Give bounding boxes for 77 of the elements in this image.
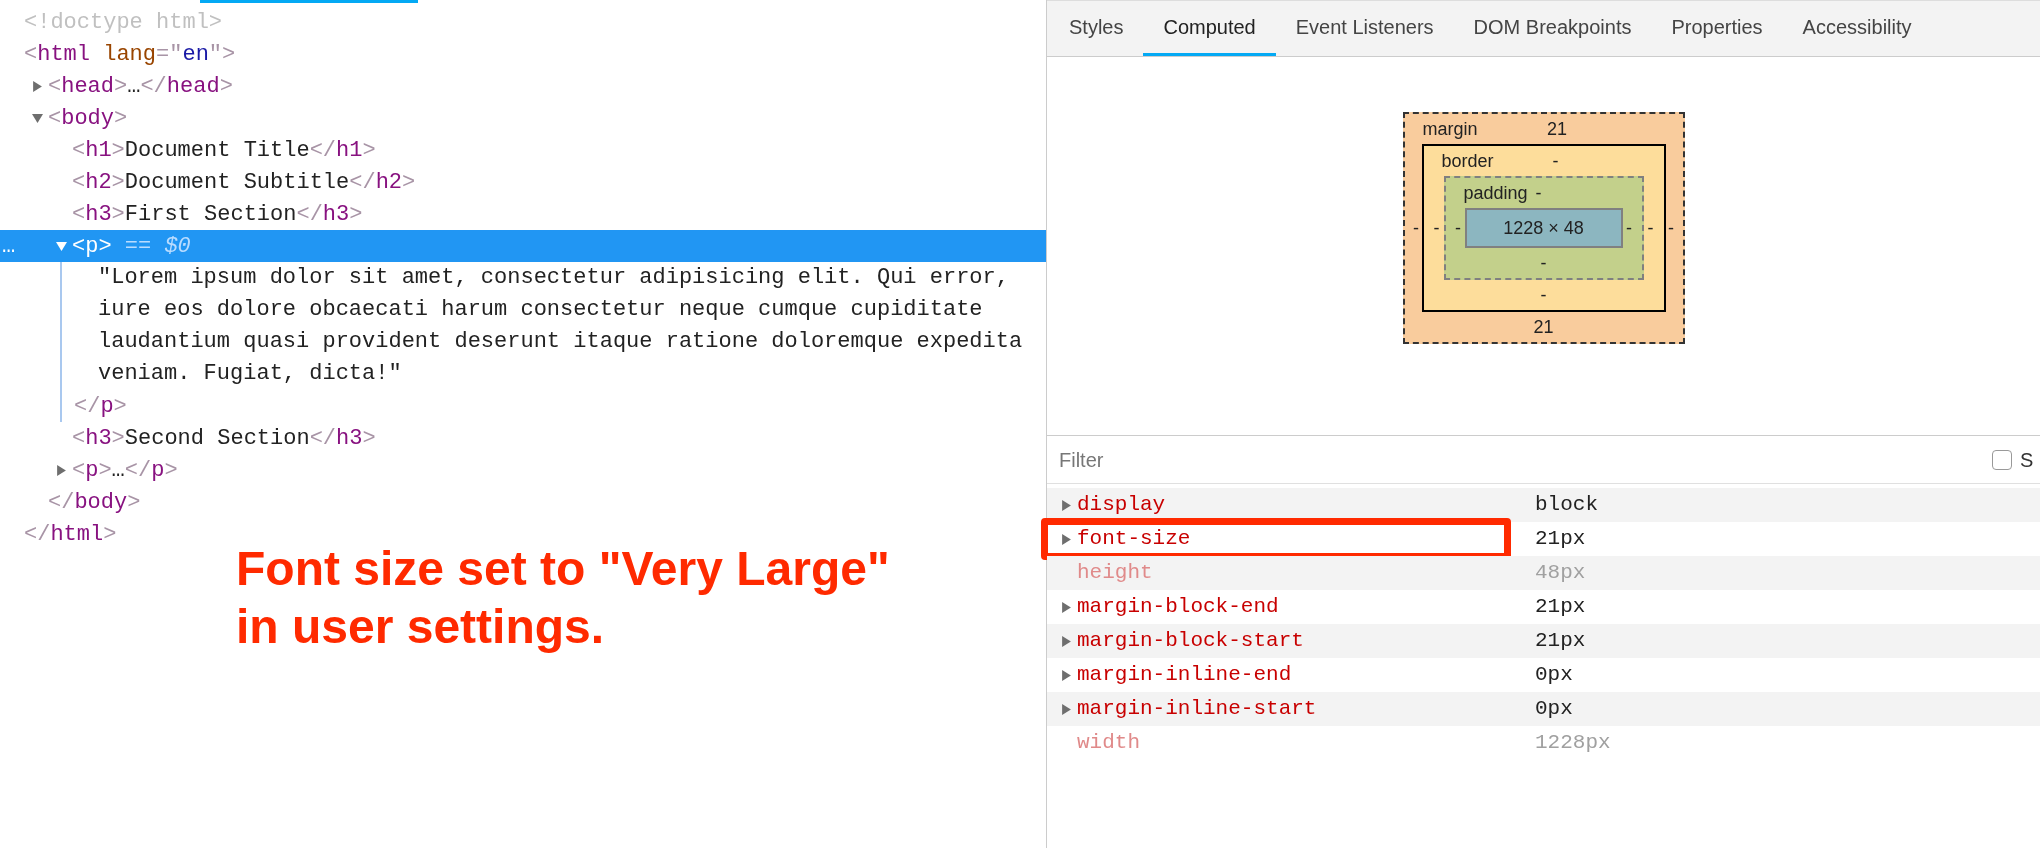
- property-name: margin-block-start: [1077, 628, 1305, 655]
- box-label: border: [1440, 149, 1494, 173]
- dom-row[interactable]: <p>…</p>: [0, 454, 1046, 486]
- box-value: -: [1551, 149, 1560, 173]
- property-row[interactable]: margin-inline-start 0px: [1047, 692, 2040, 726]
- property-row[interactable]: display block: [1047, 488, 2040, 522]
- box-label: margin: [1421, 117, 1478, 141]
- property-value: 0px: [1535, 662, 1573, 689]
- dom-node-text: <!doctype html>: [24, 8, 223, 37]
- property-value: 21px: [1535, 526, 1586, 553]
- property-name: font-size: [1077, 526, 1192, 553]
- box-value: -: [1535, 181, 1542, 205]
- panel-tab[interactable]: Event Listeners: [1275, 1, 1454, 56]
- box-value: -: [1540, 251, 1547, 275]
- property-name: display: [1077, 492, 1167, 519]
- box-label: padding: [1462, 181, 1528, 205]
- filter-field[interactable]: Filter: [1059, 444, 1992, 475]
- collapsed-triangle-icon[interactable]: [1061, 533, 1072, 545]
- dom-row[interactable]: <head>…</head>: [0, 70, 1046, 102]
- dom-node-text: </body>: [48, 488, 141, 517]
- property-value: 0px: [1535, 696, 1573, 723]
- dom-row[interactable]: <body>: [0, 102, 1046, 134]
- property-name: height: [1077, 560, 1154, 587]
- dom-node-text: <h2>Document Subtitle</h2>: [72, 168, 416, 197]
- content-box: 1228 × 48: [1464, 208, 1623, 248]
- collapsed-triangle-icon[interactable]: [56, 464, 67, 476]
- dom-node-text: <html lang="en">: [24, 40, 236, 69]
- property-value: 21px: [1535, 594, 1586, 621]
- checkbox[interactable]: [1992, 449, 2012, 470]
- expanded-triangle-icon[interactable]: [56, 240, 67, 252]
- box-value: -: [1432, 216, 1441, 240]
- dom-row[interactable]: <h2>Document Subtitle</h2>: [0, 166, 1046, 198]
- panel-tab[interactable]: Properties: [1651, 1, 1783, 56]
- dom-node-text: <h1>Document Title</h1>: [72, 136, 376, 165]
- dom-node-text: <p> == $0: [72, 232, 191, 261]
- property-value: 1228px: [1535, 730, 1611, 757]
- box-value: 21: [1546, 117, 1569, 141]
- property-name: margin-inline-start: [1077, 696, 1318, 723]
- property-name: width: [1077, 730, 1141, 757]
- annotation-text: Font size set to "Very Large" in user settings.: [236, 541, 890, 655]
- dom-node-text: <head>…</head>: [48, 72, 233, 101]
- checkbox-label: S: [2020, 447, 2034, 473]
- dom-node-text: </html>: [24, 520, 117, 549]
- box-value: -: [1454, 216, 1462, 240]
- dom-row[interactable]: <html lang="en">: [0, 38, 1046, 70]
- box-value: -: [1646, 216, 1655, 240]
- property-name: margin-block-end: [1077, 594, 1280, 621]
- dom-node-text: <body>: [48, 104, 128, 133]
- property-name: margin-inline-end: [1077, 662, 1293, 689]
- collapsed-triangle-icon[interactable]: [1061, 601, 1072, 613]
- dom-node-text: <h3>First Section</h3>: [72, 200, 363, 229]
- collapsed-triangle-icon[interactable]: [1061, 669, 1072, 681]
- collapsed-triangle-icon[interactable]: [1061, 499, 1072, 511]
- expanded-triangle-icon[interactable]: [32, 112, 43, 124]
- collapsed-triangle-icon[interactable]: [32, 80, 43, 92]
- text-content: "Lorem ipsum dolor sit amet, consectetur adipisicing elit. Qui error, iure eos dolore obcaecati harum consectetur neque cumque cupiditate laudantium quasi provident deserunt itaque ratione doloremque expedita veniam. Fugiat, dicta!": [98, 264, 1023, 388]
- panel-tab[interactable]: DOM Breakpoints: [1453, 1, 1652, 56]
- property-value: block: [1535, 492, 1598, 519]
- property-value: 21px: [1535, 628, 1586, 655]
- dom-row[interactable]: <h3>First Section</h3>: [0, 198, 1046, 230]
- property-value: 48px: [1535, 560, 1586, 587]
- dom-node-text: </p>: [74, 392, 127, 421]
- dom-node-text: <p>…</p>: [72, 456, 178, 485]
- dom-row[interactable]: <h1>Document Title</h1>: [0, 134, 1046, 166]
- property-row[interactable]: margin-block-start 21px: [1047, 624, 2040, 658]
- dom-node-text: <h3>Second Section</h3>: [72, 424, 376, 453]
- collapsed-triangle-icon[interactable]: [1061, 703, 1072, 715]
- box-value: -: [1412, 216, 1420, 240]
- box-value: -: [1667, 216, 1675, 240]
- panel-tab[interactable]: Accessibility: [1782, 1, 1932, 56]
- dom-row[interactable]: <h3>Second Section</h3>: [0, 422, 1046, 454]
- collapsed-triangle-icon[interactable]: [1061, 635, 1072, 647]
- box-value: -: [1625, 216, 1633, 240]
- panel-tab[interactable]: Computed: [1143, 1, 1276, 56]
- box-value: -: [1540, 283, 1547, 307]
- panel-tab[interactable]: Styles: [1049, 1, 1144, 56]
- box-value: 21: [1533, 315, 1554, 339]
